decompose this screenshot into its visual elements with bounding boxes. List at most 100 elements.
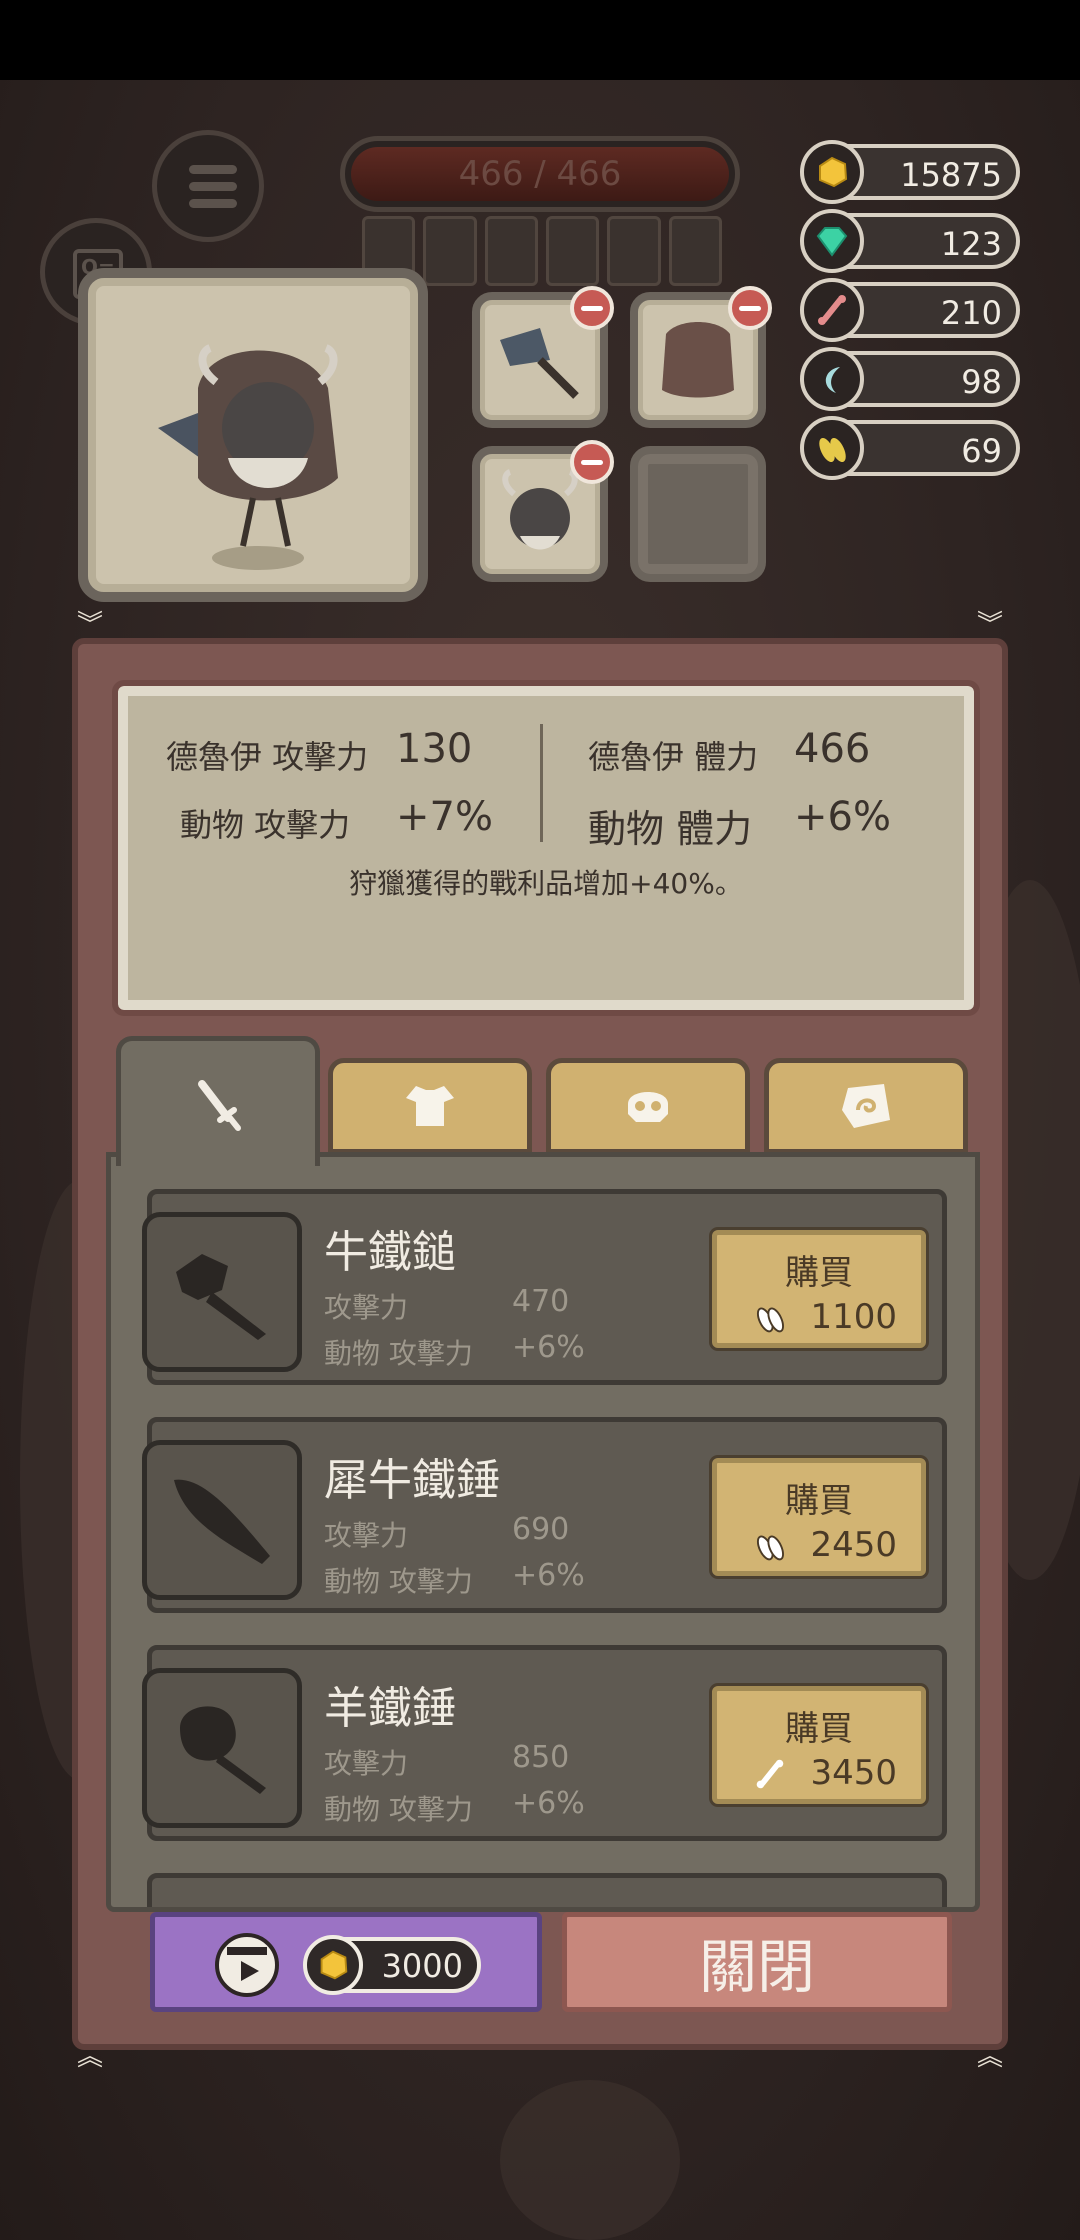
tab-weapon[interactable] xyxy=(116,1036,320,1166)
goat-hammer-icon xyxy=(180,1706,266,1794)
resource-list: 15875 123 210 98 69 xyxy=(800,140,1020,489)
item-stat-value: +6% xyxy=(512,1786,585,1821)
equip-slot-helmet[interactable] xyxy=(472,440,614,582)
corner-ornament: ︽ xyxy=(76,2042,103,2072)
corner-ornament: ︾ xyxy=(76,610,103,640)
item-stat-label: 攻擊力 xyxy=(324,1747,409,1780)
druid-portrait[interactable] xyxy=(78,268,428,602)
item-stat-value: 850 xyxy=(512,1740,570,1775)
enemy-thumb xyxy=(607,216,661,286)
item-stat-label: 攻擊力 xyxy=(324,1291,409,1324)
animal-hp-label: 動物 體力 xyxy=(588,807,753,851)
druid-hp-value: 466 xyxy=(794,726,871,772)
enemy-thumb xyxy=(484,216,538,286)
resource-value: 210 xyxy=(940,294,1002,332)
menu-button[interactable] xyxy=(152,130,264,242)
item-thumbnail xyxy=(142,1440,302,1600)
list-item: 犀牛鐵錘 攻擊力 690 動物 攻擊力 +6% 購買 2450 xyxy=(142,1417,947,1613)
buy-label: 購買 xyxy=(785,1709,853,1749)
item-list[interactable]: 牛鐵鎚 攻擊力 470 動物 攻擊力 +6% 購買 1100 犀牛鐵錘 攻擊力 … xyxy=(106,1152,980,1912)
hp-text: 466 / 466 xyxy=(458,154,622,194)
bone-icon xyxy=(800,278,864,342)
equipment-shop-panel: ︾ ︾ ︽ ︽ 德魯伊 攻擊力 130 動物 攻擊力 +7% 德魯伊 體力 46… xyxy=(72,612,1008,2070)
feather-icon xyxy=(756,1535,784,1561)
druid-character-icon xyxy=(158,344,338,570)
buy-label: 購買 xyxy=(785,1481,853,1521)
tab-armor[interactable] xyxy=(328,1058,532,1154)
druid-attack-label: 德魯伊 攻擊力 xyxy=(166,738,369,776)
status-bar xyxy=(0,0,1080,80)
resource-gem: 123 xyxy=(800,209,1020,273)
equip-slot-armor[interactable] xyxy=(630,286,772,428)
ad-reward-amount: 3000 xyxy=(381,1947,463,1985)
buy-button[interactable]: 購買 2450 xyxy=(712,1458,926,1576)
item-thumbnail xyxy=(142,1212,302,1372)
watch-ad-button[interactable]: 3000 xyxy=(150,1912,542,2012)
gold-nugget-icon xyxy=(800,140,864,204)
armor-icon xyxy=(406,1086,454,1126)
list-item-partial xyxy=(147,1873,947,1907)
feather-icon xyxy=(756,1307,784,1333)
item-name: 羊鐵錘 xyxy=(324,1683,456,1734)
equip-slot-weapon[interactable] xyxy=(472,286,614,428)
buy-button[interactable]: 購買 3450 xyxy=(712,1686,926,1804)
resource-value: 69 xyxy=(961,432,1002,470)
resource-claw: 98 xyxy=(800,347,1020,411)
druid-attack-value: 130 xyxy=(396,726,473,772)
sword-icon xyxy=(198,1079,241,1131)
unequip-button[interactable] xyxy=(570,440,614,484)
rune-stone-icon xyxy=(842,1084,890,1128)
item-stat-value: 470 xyxy=(512,1284,570,1319)
item-stat-label: 動物 攻擊力 xyxy=(324,1565,473,1598)
item-thumbnail xyxy=(142,1668,302,1828)
bone-icon xyxy=(756,1759,784,1789)
resource-value: 98 xyxy=(961,363,1002,401)
equip-slot-empty[interactable] xyxy=(630,446,766,582)
unequip-button[interactable] xyxy=(728,286,772,330)
item-stat-label: 動物 攻擊力 xyxy=(324,1793,473,1826)
enemy-thumb xyxy=(668,216,722,286)
item-stat-label: 動物 攻擊力 xyxy=(324,1337,473,1370)
item-stat-label: 攻擊力 xyxy=(324,1519,409,1552)
rhino-hammer-icon xyxy=(174,1479,270,1564)
claw-icon xyxy=(800,347,864,411)
skull-helmet-icon xyxy=(628,1092,668,1122)
corner-ornament: ︽ xyxy=(976,2042,1003,2072)
buy-price: 2450 xyxy=(810,1525,897,1565)
resource-value: 15875 xyxy=(900,156,1002,194)
unequip-button[interactable] xyxy=(570,286,614,330)
feather-icon xyxy=(800,416,864,480)
item-stat-value: 690 xyxy=(512,1512,570,1547)
buy-price: 3450 xyxy=(810,1753,897,1793)
resource-bone: 210 xyxy=(800,278,1020,342)
loot-bonus-note: 狩獵獲得的戰利品增加+40%。 xyxy=(349,867,743,900)
buy-label: 購買 xyxy=(785,1253,853,1293)
gold-nugget-icon xyxy=(303,1935,363,1995)
item-stat-value: +6% xyxy=(512,1558,585,1593)
enemy-thumb xyxy=(545,216,600,286)
ad-reward-pill: 3000 xyxy=(303,1935,481,1995)
animal-hp-value: +6% xyxy=(794,794,891,840)
resource-feather: 69 xyxy=(800,416,1020,480)
list-item: 牛鐵鎚 攻擊力 470 動物 攻擊力 +6% 購買 1100 xyxy=(142,1189,947,1385)
item-name: 牛鐵鎚 xyxy=(324,1227,456,1278)
stats-box: 德魯伊 攻擊力 130 動物 攻擊力 +7% 德魯伊 體力 466 動物 體力 … xyxy=(112,680,980,1016)
gem-icon xyxy=(800,209,864,273)
close-button[interactable]: 關閉 xyxy=(562,1912,952,2012)
item-stat-value: +6% xyxy=(512,1330,585,1365)
buy-price: 1100 xyxy=(810,1297,897,1337)
animal-attack-value: +7% xyxy=(396,794,493,840)
tab-rune[interactable] xyxy=(764,1058,968,1154)
stats-divider xyxy=(540,724,543,842)
corner-ornament: ︾ xyxy=(976,610,1003,640)
ox-hammer-icon xyxy=(176,1254,266,1340)
list-item: 羊鐵錘 攻擊力 850 動物 攻擊力 +6% 購買 3450 xyxy=(142,1645,947,1841)
animal-attack-label: 動物 攻擊力 xyxy=(180,806,351,844)
resource-value: 123 xyxy=(940,225,1002,263)
item-name: 犀牛鐵錘 xyxy=(324,1455,500,1506)
hp-bar: 466 / 466 xyxy=(340,136,740,212)
tab-helmet[interactable] xyxy=(546,1058,750,1154)
video-play-icon xyxy=(215,1933,279,1997)
buy-button[interactable]: 購買 1100 xyxy=(712,1230,926,1348)
enemy-thumb xyxy=(423,216,477,286)
